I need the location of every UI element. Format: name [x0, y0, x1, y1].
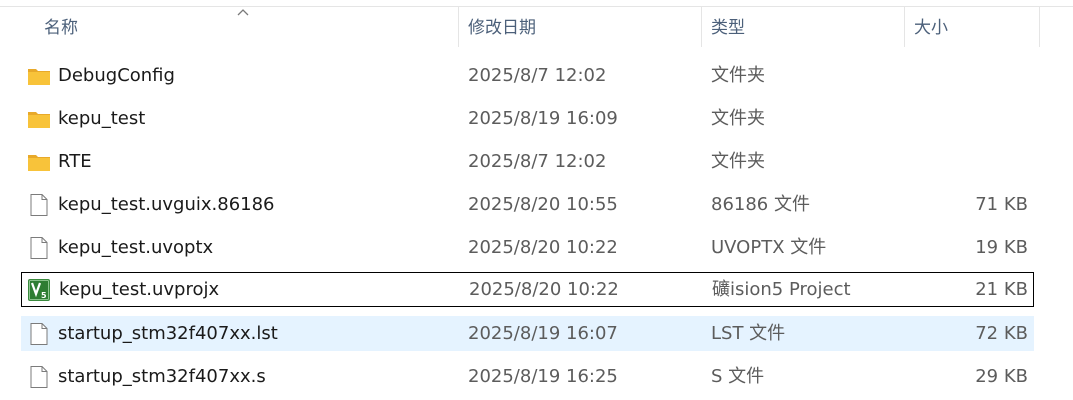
file-date: 2025/8/7 12:02 — [468, 65, 607, 86]
file-icon — [30, 194, 48, 216]
folder-icon — [28, 155, 50, 171]
column-header: 名称 修改日期 类型 大小 — [0, 7, 1073, 47]
file-name: RTE — [58, 151, 92, 172]
file-name: startup_stm32f407xx.lst — [58, 323, 278, 344]
file-type: 礦ision5 Project — [712, 279, 851, 300]
file-size: 19 KB — [975, 237, 1028, 258]
file-date: 2025/8/19 16:07 — [468, 323, 618, 344]
file-type: 86186 文件 — [711, 194, 810, 215]
column-header-name-label: 名称 — [44, 18, 78, 38]
file-size: 21 KB — [975, 279, 1028, 300]
file-name: kepu_test.uvoptx — [58, 237, 214, 258]
file-icon — [30, 237, 48, 259]
file-size: 71 KB — [975, 194, 1028, 215]
file-type: 文件夹 — [711, 65, 765, 86]
file-name: kepu_test.uvguix.86186 — [58, 194, 275, 215]
file-explorer: 名称 修改日期 类型 大小 DebugConfig 2025/8/7 12:02… — [0, 0, 1073, 400]
file-name: startup_stm32f407xx.s — [58, 366, 266, 387]
file-name: kepu_test.uvprojx — [59, 279, 220, 300]
file-row-focused[interactable]: 5 kepu_test.uvprojx 2025/8/20 10:22 礦isi… — [21, 272, 1034, 307]
file-type: 文件夹 — [711, 151, 765, 172]
file-name: kepu_test — [58, 108, 146, 129]
file-type: S 文件 — [711, 366, 765, 387]
file-name: DebugConfig — [58, 65, 175, 86]
folder-icon — [28, 69, 50, 85]
column-header-date-label: 修改日期 — [468, 18, 536, 38]
file-row[interactable]: kepu_test.uvguix.86186 2025/8/20 10:55 8… — [21, 187, 1034, 222]
column-header-size[interactable]: 大小 — [906, 7, 1040, 47]
keil-project-icon: 5 — [28, 279, 50, 301]
file-size: 72 KB — [975, 323, 1028, 344]
file-date: 2025/8/20 10:55 — [468, 194, 618, 215]
file-row[interactable]: startup_stm32f407xx.s 2025/8/19 16:25 S … — [21, 359, 1034, 394]
file-row[interactable]: DebugConfig 2025/8/7 12:02 文件夹 — [21, 58, 1034, 93]
svg-text:5: 5 — [41, 291, 47, 300]
file-date: 2025/8/19 16:25 — [468, 366, 618, 387]
file-type: 文件夹 — [711, 108, 765, 129]
file-date: 2025/8/19 16:09 — [468, 108, 618, 129]
file-size: 29 KB — [975, 366, 1028, 387]
file-row-hover[interactable]: startup_stm32f407xx.lst 2025/8/19 16:07 … — [21, 316, 1034, 351]
file-icon — [30, 366, 48, 388]
file-row[interactable]: kepu_test.uvoptx 2025/8/20 10:22 UVOPTX … — [21, 230, 1034, 265]
column-header-type-label: 类型 — [711, 18, 745, 38]
file-row[interactable]: kepu_test 2025/8/19 16:09 文件夹 — [21, 101, 1034, 136]
file-type: LST 文件 — [711, 323, 786, 344]
file-type: UVOPTX 文件 — [711, 237, 827, 258]
file-row[interactable]: RTE 2025/8/7 12:02 文件夹 — [21, 144, 1034, 179]
sort-up-arrow-icon — [237, 9, 249, 16]
column-header-date[interactable]: 修改日期 — [460, 7, 702, 47]
column-header-type[interactable]: 类型 — [703, 7, 905, 47]
file-icon — [30, 323, 48, 345]
file-date: 2025/8/20 10:22 — [469, 279, 619, 300]
folder-icon — [28, 112, 50, 128]
file-date: 2025/8/7 12:02 — [468, 151, 607, 172]
file-date: 2025/8/20 10:22 — [468, 237, 618, 258]
column-header-size-label: 大小 — [914, 18, 948, 38]
